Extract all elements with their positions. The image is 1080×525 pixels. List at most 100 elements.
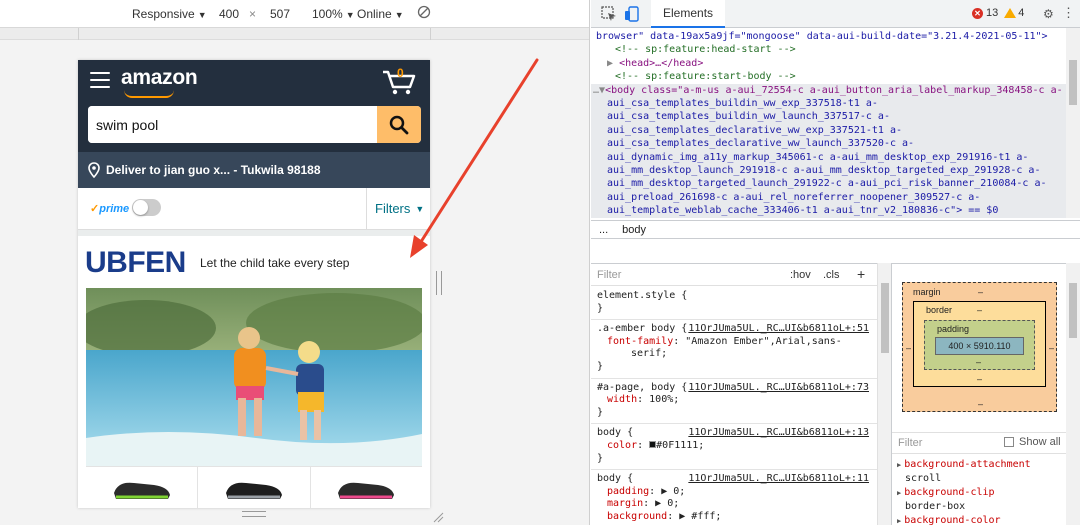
scrollbar-thumb[interactable] (1069, 283, 1077, 338)
hamburger-menu-icon[interactable] (90, 72, 110, 88)
search-input[interactable] (88, 106, 378, 143)
new-rule-button[interactable]: + (857, 266, 865, 282)
more-menu-icon[interactable]: ⋮ (1062, 5, 1075, 21)
scrollbar-thumb[interactable] (881, 283, 889, 353)
computed-filter-input[interactable]: Filter (898, 437, 922, 449)
chevron-down-icon: ▼ (415, 203, 425, 214)
breadcrumb-more[interactable]: ... (599, 224, 608, 236)
dom-line[interactable]: <!-- sp:feature:start-body --> (591, 70, 1066, 83)
dom-line[interactable]: browser" data-19ax5a9jf="mongoose" data-… (591, 30, 1066, 43)
inspect-element-icon[interactable] (601, 6, 617, 25)
rule-source-link[interactable]: 11OrJUma5UL._RC…UI&b6811oL+:13 (688, 427, 869, 440)
shoe-thumbnail[interactable] (310, 466, 422, 508)
caret-down-icon: ▼ (394, 10, 404, 20)
filter-bar: ✓prime Filters ▼ (78, 188, 430, 230)
settings-gear-icon[interactable]: ⚙ (1043, 7, 1054, 21)
brand-logo[interactable]: UBFEN (85, 246, 186, 280)
breadcrumb-body[interactable]: body (622, 224, 646, 236)
sponsored-ad[interactable]: UBFEN Let the child take every step (78, 236, 430, 508)
box-model-padding[interactable]: padding – 400 × 5910.110 (924, 320, 1035, 370)
zoom-select[interactable]: 100% ▼ (312, 7, 355, 21)
expand-triangle-icon[interactable]: ▶ (897, 517, 901, 525)
shoe-thumbnail[interactable] (198, 466, 311, 508)
dom-line[interactable]: ▶ <head>…</head> (591, 57, 1066, 70)
box-model-content[interactable]: 400 × 5910.110 (935, 337, 1024, 355)
rule-source-link[interactable]: 11OrJUma5UL._RC…UI&b6811oL+:11 (688, 473, 869, 486)
ruler-mark (430, 28, 431, 40)
box-model-margin[interactable]: margin – – – – border – – padding – 400 … (902, 282, 1057, 412)
rotate-icon[interactable] (417, 5, 431, 22)
dom-line[interactable]: aui_dynamic_img_a11y_markup_345061-c a-a… (591, 150, 1066, 165)
resize-handle-right[interactable] (436, 271, 442, 295)
dom-line[interactable]: <!-- sp:feature:head-start --> (591, 43, 1066, 56)
styles-filter-input[interactable]: Filter (597, 269, 621, 281)
cls-toggle[interactable]: .cls (823, 269, 840, 281)
deliver-to-bar[interactable]: Deliver to jian guo x... - Tukwila 98188 (78, 152, 430, 188)
styles-pane: Filter :hov .cls + element.style { } .a-… (591, 263, 877, 525)
style-rule[interactable]: body { 11OrJUma5UL._RC…UI&b6811oL+:13 co… (591, 424, 877, 471)
cart-button[interactable]: 0 (382, 66, 416, 96)
computed-property[interactable]: ▶ background-color (897, 514, 1077, 525)
style-rule[interactable]: body { 11OrJUma5UL._RC…UI&b6811oL+:11 pa… (591, 470, 877, 525)
search-bar (88, 106, 421, 143)
expand-triangle-icon[interactable]: ▶ (607, 58, 613, 69)
styles-scrollbar[interactable] (877, 263, 891, 525)
computed-pane: margin – – – – border – – padding – 400 … (891, 263, 1080, 525)
width-input[interactable]: 400 (219, 7, 239, 21)
warning-icon (1004, 8, 1017, 18)
hov-toggle[interactable]: :hov (790, 269, 811, 281)
dom-line[interactable]: aui_csa_templates_buildin_ww_launch_3375… (591, 110, 1066, 124)
computed-scrollbar[interactable] (1066, 263, 1080, 525)
dom-tree: browser" data-19ax5a9jf="mongoose" data-… (591, 28, 1066, 218)
styles-filter-bar: Filter :hov .cls + (591, 264, 877, 286)
device-emulation-pane: Responsive ▼ 400 × 507 100% ▼ Online ▼ amaz… (0, 0, 590, 525)
expand-triangle-icon[interactable]: ▶ (897, 489, 901, 497)
rule-source-link[interactable]: 11OrJUma5UL._RC…UI&b6811oL+:51 (688, 323, 869, 336)
amazon-logo[interactable]: amazon (121, 66, 198, 90)
device-toggle-icon[interactable] (624, 6, 640, 25)
prime-toggle[interactable] (132, 199, 161, 216)
network-select[interactable]: Online ▼ (357, 7, 404, 21)
checkbox[interactable] (1004, 437, 1014, 447)
prime-label: ✓prime (90, 203, 130, 215)
caret-down-icon: ▼ (345, 10, 355, 20)
filters-button[interactable]: Filters ▼ (366, 188, 430, 229)
tab-elements[interactable]: Elements (651, 0, 726, 28)
dom-line[interactable]: aui_csa_templates_declarative_ww_launch_… (591, 137, 1066, 151)
subpanel-tabs-area (591, 239, 1080, 263)
screen: Responsive ▼ 400 × 507 100% ▼ Online ▼ amaz… (0, 0, 1080, 525)
ad-hero-image[interactable] (86, 288, 422, 466)
search-button[interactable] (377, 106, 421, 143)
dom-line[interactable]: aui_mm_desktop_targeted_launch_291922-c … (591, 177, 1066, 191)
amazon-header: amazon 0 swim pool Deliver to jian guo x… (78, 60, 430, 188)
resize-corner-icon[interactable] (432, 510, 444, 525)
location-pin-icon (88, 162, 100, 178)
dom-line-selected[interactable]: …▼<body class="a-m-us a-aui_72554-c a-au… (591, 83, 1066, 98)
resize-handle-bottom[interactable] (242, 511, 266, 517)
style-rule[interactable]: #a-page, body { 11OrJUma5UL._RC…UI&b6811… (591, 379, 877, 425)
rule-source-link[interactable]: 11OrJUma5UL._RC…UI&b6811oL+:73 (688, 382, 869, 395)
dom-line[interactable]: aui_preload_261698-c a-aui_rel_noreferre… (591, 190, 1066, 205)
dom-line[interactable]: aui_csa_templates_buildin_ww_exp_337518-… (591, 97, 1066, 111)
error-icon: ✕ (972, 7, 983, 19)
device-select[interactable]: Responsive ▼ (132, 7, 207, 21)
computed-property[interactable]: ▶ background-attachment (897, 458, 1077, 472)
expand-triangle-icon[interactable]: ▶ (897, 461, 901, 469)
shoe-thumbnail[interactable] (86, 466, 199, 508)
dom-scrollbar[interactable] (1066, 28, 1080, 218)
dom-line[interactable]: aui_template_weblab_cache_333406-t1 a-au… (591, 204, 1066, 218)
style-rule[interactable]: element.style { } (591, 287, 877, 321)
ruler (0, 28, 589, 40)
style-rule[interactable]: .a-ember body { 11OrJUma5UL._RC…UI&b6811… (591, 320, 877, 379)
device-toolbar: Responsive ▼ 400 × 507 100% ▼ Online ▼ (0, 0, 589, 28)
scrollbar-thumb[interactable] (1069, 60, 1077, 105)
show-all-checkbox[interactable]: Show all (1004, 436, 1061, 448)
search-icon (389, 115, 409, 134)
dom-line[interactable]: aui_mm_desktop_launch_291918-c a-aui_mm_… (591, 164, 1066, 178)
height-input[interactable]: 507 (270, 7, 290, 21)
dom-line[interactable]: aui_csa_templates_declarative_ww_exp_337… (591, 123, 1066, 138)
computed-property[interactable]: ▶ background-clip (897, 486, 1077, 500)
issues-counter[interactable]: ✕ 13 4 (972, 7, 1024, 19)
box-model-border[interactable]: border – – padding – 400 × 5910.110 (913, 301, 1046, 387)
caret-down-icon: ▼ (197, 10, 207, 20)
